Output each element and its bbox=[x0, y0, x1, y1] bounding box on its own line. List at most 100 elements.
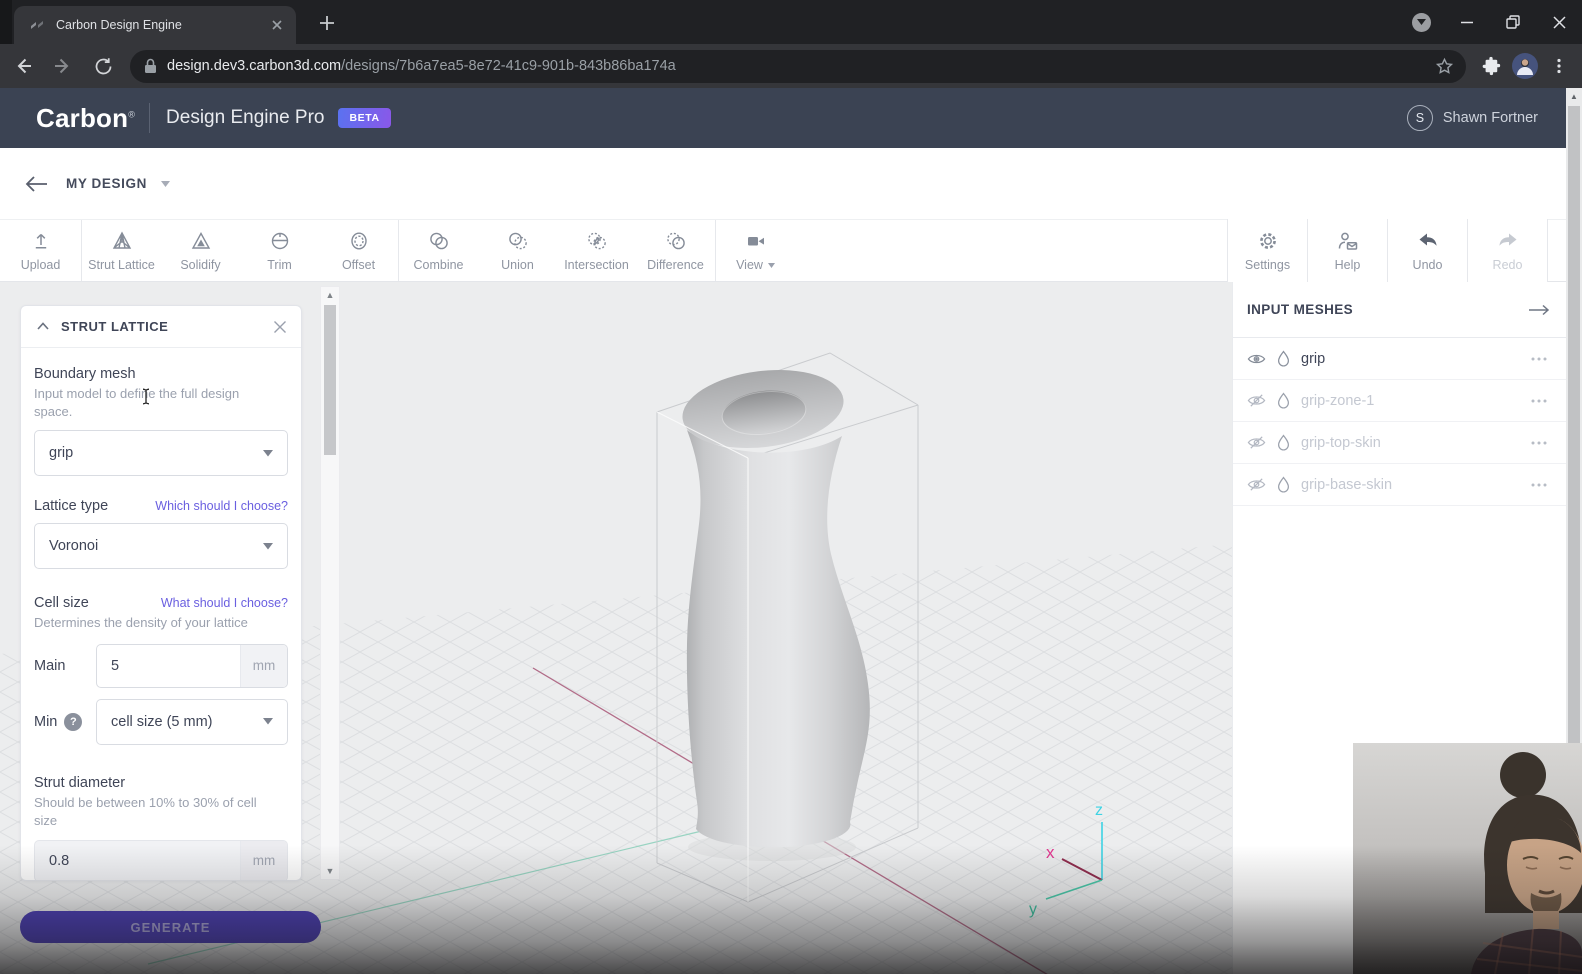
panel-close-icon[interactable] bbox=[273, 320, 287, 334]
toolbar-label: Intersection bbox=[564, 258, 629, 272]
header-divider bbox=[149, 103, 151, 133]
toolbar-settings[interactable]: Settings bbox=[1228, 219, 1308, 282]
input-meshes-title: INPUT MESHES bbox=[1247, 302, 1354, 317]
scroll-down-icon[interactable]: ▼ bbox=[326, 863, 335, 879]
main-cell-size-unit: mm bbox=[240, 644, 287, 687]
toolbar-intersection[interactable]: Intersection bbox=[557, 220, 636, 281]
strut-diameter-help: Should be between 10% to 30% of cell siz… bbox=[34, 794, 257, 828]
row-menu-icon[interactable] bbox=[1528, 483, 1550, 487]
axis-y-label: y bbox=[1029, 901, 1037, 918]
mesh-icon bbox=[1276, 391, 1292, 410]
min-cell-size-label: Min bbox=[34, 713, 58, 730]
mesh-name: grip-zone-1 bbox=[1301, 392, 1375, 409]
mesh-row-grip-base-skin[interactable]: grip-base-skin bbox=[1233, 464, 1566, 506]
row-menu-icon[interactable] bbox=[1528, 441, 1550, 445]
toolbar-help[interactable]: Help bbox=[1308, 219, 1388, 282]
toolbar-combine[interactable]: Combine bbox=[399, 220, 478, 281]
design-name-caret-icon[interactable] bbox=[160, 180, 170, 187]
panel-scrollbar[interactable]: ▲ ▼ bbox=[320, 286, 340, 880]
toolbar-label: Union bbox=[501, 258, 534, 272]
browser-tab[interactable]: Carbon Design Engine bbox=[14, 6, 296, 44]
boundary-mesh-select[interactable]: grip bbox=[34, 430, 288, 477]
row-menu-icon[interactable] bbox=[1528, 399, 1550, 403]
toolbar-undo[interactable]: Undo bbox=[1388, 219, 1468, 282]
minimize-button[interactable] bbox=[1444, 7, 1490, 37]
forward-icon[interactable] bbox=[46, 49, 80, 83]
lattice-type-select[interactable]: Voronoi bbox=[34, 523, 288, 570]
toolbar-label: Offset bbox=[341, 258, 376, 272]
strut-lattice-icon bbox=[110, 229, 134, 253]
mesh-icon bbox=[1276, 433, 1292, 452]
main-cell-size-value[interactable]: 5 bbox=[97, 645, 240, 687]
scrollbar-thumb[interactable] bbox=[324, 305, 336, 455]
toolbar-upload[interactable]: Upload bbox=[0, 220, 81, 281]
design-name[interactable]: MY DESIGN bbox=[66, 176, 147, 191]
scrollbar-thumb[interactable] bbox=[1568, 106, 1580, 766]
app-header: Carbon® Design Engine Pro BETA S Shawn F… bbox=[0, 88, 1566, 148]
user-avatar: S bbox=[1406, 105, 1433, 131]
visibility-off-icon[interactable] bbox=[1247, 477, 1267, 492]
mesh-row-grip-zone-1[interactable]: grip-zone-1 bbox=[1233, 380, 1566, 422]
grip-mesh-model bbox=[682, 370, 870, 861]
browser-profile-avatar[interactable] bbox=[1508, 53, 1542, 79]
toolbar-trim[interactable]: Trim bbox=[240, 220, 319, 281]
min-cell-size-select[interactable]: cell size (5 mm) bbox=[96, 698, 288, 745]
browser-menu-kebab-icon[interactable] bbox=[1542, 57, 1576, 75]
scroll-up-icon[interactable]: ▲ bbox=[326, 287, 335, 303]
close-window-button[interactable] bbox=[1536, 7, 1582, 37]
cell-size-help-link[interactable]: What should I choose? bbox=[161, 596, 288, 610]
panel-title: STRUT LATTICE bbox=[61, 319, 169, 334]
toolbar-difference[interactable]: Difference bbox=[636, 220, 715, 281]
window-edge bbox=[0, 0, 12, 44]
generate-button[interactable]: GENERATE bbox=[20, 911, 321, 943]
collapse-panel-arrow-icon[interactable] bbox=[1528, 304, 1550, 316]
tab-close-icon[interactable] bbox=[268, 16, 286, 34]
gear-icon bbox=[1256, 229, 1280, 253]
toolbar-offset[interactable]: Offset bbox=[319, 220, 398, 281]
lattice-type-help-link[interactable]: Which should I choose? bbox=[155, 499, 288, 513]
strut-diameter-input[interactable]: 0.8 mm bbox=[34, 839, 288, 880]
upload-icon bbox=[29, 229, 53, 253]
redo-icon bbox=[1495, 229, 1521, 253]
main-cell-size-input[interactable]: 5 mm bbox=[96, 643, 288, 688]
min-help-badge[interactable]: ? bbox=[64, 712, 83, 731]
extensions-puzzle-icon[interactable] bbox=[1474, 56, 1508, 76]
toolbar-union[interactable]: Union bbox=[478, 220, 557, 281]
back-icon[interactable] bbox=[6, 49, 40, 83]
toolbar-strut-lattice[interactable]: Strut Lattice bbox=[82, 220, 161, 281]
browser-update-icon[interactable] bbox=[1398, 7, 1444, 37]
mesh-name: grip bbox=[1301, 350, 1326, 367]
collapse-caret-icon[interactable] bbox=[37, 321, 51, 332]
toolbar-redo[interactable]: Redo bbox=[1468, 219, 1548, 282]
tab-strip: Carbon Design Engine bbox=[0, 0, 1582, 44]
visibility-on-icon[interactable] bbox=[1247, 352, 1267, 366]
union-icon bbox=[505, 229, 531, 253]
toolbar-label: Redo bbox=[1492, 258, 1523, 272]
visibility-off-icon[interactable] bbox=[1247, 435, 1267, 450]
toolbar-label: Undo bbox=[1412, 258, 1443, 272]
visibility-off-icon[interactable] bbox=[1247, 393, 1267, 408]
tab-title: Carbon Design Engine bbox=[56, 18, 182, 32]
toolbar-view[interactable]: View bbox=[716, 220, 795, 281]
restore-button[interactable] bbox=[1490, 7, 1536, 37]
mesh-row-grip-top-skin[interactable]: grip-top-skin bbox=[1233, 422, 1566, 464]
bookmark-star-icon[interactable] bbox=[1435, 57, 1454, 76]
cell-size-help: Determines the density of your lattice bbox=[34, 615, 248, 631]
url-text: design.dev3.carbon3d.com/designs/7b6a7ea… bbox=[167, 58, 676, 74]
toolbar-solidify[interactable]: Solidify bbox=[161, 220, 240, 281]
toolbar-label: Difference bbox=[647, 258, 704, 272]
view-icon bbox=[743, 229, 769, 253]
mesh-icon bbox=[1276, 349, 1292, 368]
mesh-row-grip[interactable]: grip bbox=[1233, 338, 1566, 380]
mesh-icon bbox=[1276, 475, 1292, 494]
refresh-icon[interactable] bbox=[86, 49, 120, 83]
carbon-logo: Carbon® bbox=[36, 102, 136, 133]
strut-diameter-value: 0.8 bbox=[49, 852, 70, 869]
scroll-up-icon[interactable]: ▲ bbox=[1566, 88, 1582, 104]
user-name: Shawn Fortner bbox=[1442, 110, 1538, 126]
user-menu[interactable]: S Shawn Fortner bbox=[1406, 105, 1538, 131]
back-arrow-icon[interactable] bbox=[24, 174, 50, 194]
row-menu-icon[interactable] bbox=[1528, 357, 1550, 361]
address-bar[interactable]: design.dev3.carbon3d.com/designs/7b6a7ea… bbox=[130, 49, 1466, 83]
new-tab-button[interactable] bbox=[314, 10, 340, 36]
